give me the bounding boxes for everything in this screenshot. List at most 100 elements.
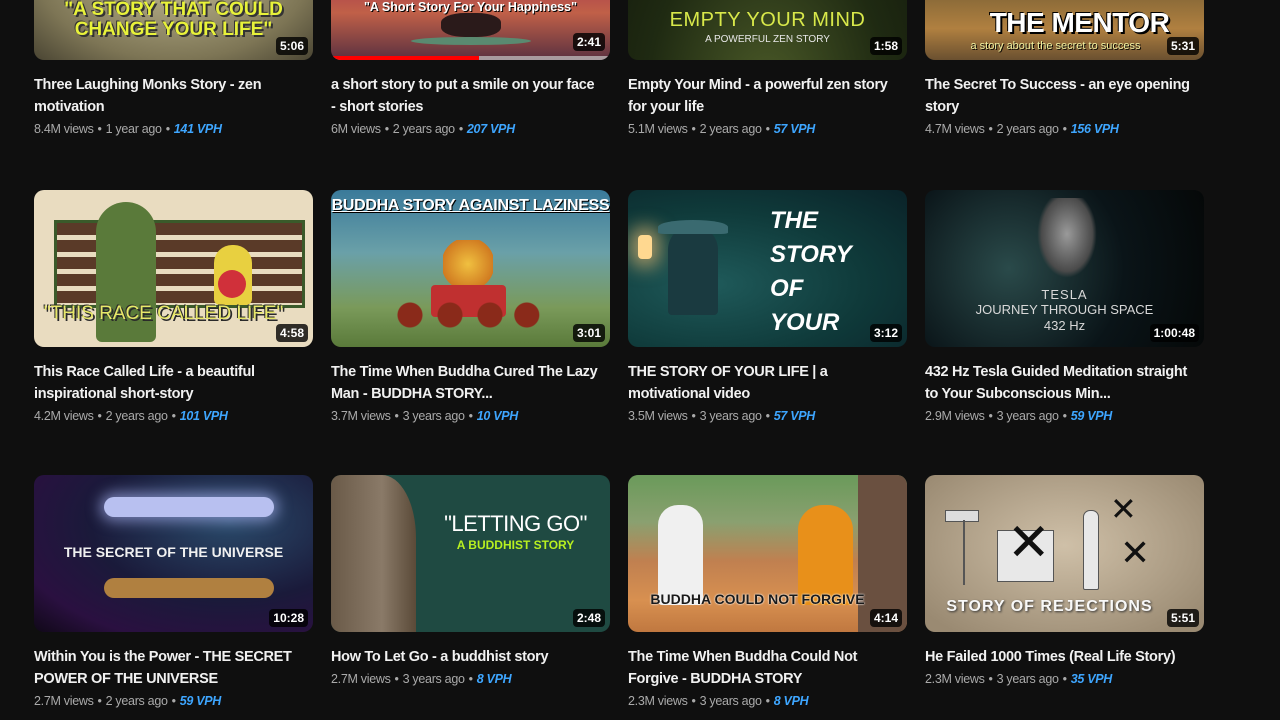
vph-badge: 35 VPH [1070,672,1113,686]
video-thumbnail[interactable]: "LETTING GO" A BUDDHIST STORY 2:48 [331,475,610,632]
separator: • [171,409,176,423]
video-card[interactable]: ✕ ✕ ✕ STORY OF REJECTIONS 5:51 He Failed… [925,475,1204,686]
view-count: 8.4M views [34,122,94,136]
duration-badge: 5:51 [1166,609,1199,627]
vph-badge: 141 VPH [173,122,222,136]
video-meta: 4.2M views • 2 years ago • 101 VPH [34,409,313,423]
separator: • [1062,409,1067,423]
video-meta: 4.7M views • 2 years ago • 156 VPH [925,122,1204,136]
upload-age: 3 years ago [402,409,465,423]
video-title[interactable]: This Race Called Life - a beautiful insp… [34,361,313,405]
upload-age: 2 years ago [996,122,1059,136]
separator: • [691,409,696,423]
thumbnail-overlay-text: "THIS RACE CALLED LIFE" [43,303,284,324]
thumbnail-overlay-text: BUDDHA STORY AGAINST LAZINESS [331,197,610,214]
vph-badge: 10 VPH [476,409,519,423]
duration-badge: 3:01 [572,324,605,342]
thumbnail-overlay-text: "LETTING GO" [444,511,587,536]
vph-badge: 101 VPH [179,409,228,423]
video-title[interactable]: He Failed 1000 Times (Real Life Story) [925,646,1204,668]
video-card[interactable]: "A STORY THAT COULD CHANGE YOUR LIFE" 5:… [34,0,313,136]
video-thumbnail[interactable]: "A STORY THAT COULD CHANGE YOUR LIFE" 5:… [34,0,313,60]
video-title[interactable]: THE STORY OF YOUR LIFE | a motivational … [628,361,907,405]
thumbnail-bench [54,220,305,308]
thumbnail-overlay-text: THE STORY OF YOUR LIFE [770,207,852,347]
separator: • [394,672,399,686]
separator: • [765,409,770,423]
video-card[interactable]: THE STORY OF YOUR LIFE 3:12 THE STORY OF… [628,190,907,423]
separator: • [468,409,473,423]
thumbnail-overlay-subtext: JOURNEY THROUGH SPACE 432 Hz [975,302,1154,333]
video-thumbnail[interactable]: ✕ ✕ ✕ STORY OF REJECTIONS 5:51 [925,475,1204,632]
separator: • [97,694,102,708]
video-thumbnail[interactable]: EMPTY YOUR MIND A POWERFUL ZEN STORY 1:5… [628,0,907,60]
thumbnail-body-figure [104,578,274,598]
separator: • [468,672,473,686]
video-thumbnail[interactable]: "THIS RACE CALLED LIFE" 4:58 [34,190,313,347]
video-meta: 3.5M views • 3 years ago • 57 VPH [628,409,907,423]
thumbnail-overlay-text: EMPTY YOUR MIND [669,9,866,31]
video-title[interactable]: Within You is the Power - THE SECRET POW… [34,646,313,690]
separator: • [1062,122,1067,136]
vph-badge: 8 VPH [476,672,512,686]
video-title[interactable]: Empty Your Mind - a powerful zen story f… [628,74,907,118]
video-thumbnail[interactable]: THE SECRET OF THE UNIVERSE 10:28 [34,475,313,632]
upload-age: 2 years ago [699,122,762,136]
separator: • [765,122,770,136]
video-title[interactable]: The Time When Buddha Cured The Lazy Man … [331,361,610,405]
thumbnail-hat [658,220,728,234]
video-thumbnail[interactable]: BUDDHA COULD NOT FORGIVE 4:14 [628,475,907,632]
thumbnail-overlay-text: THE MENTOR [989,7,1170,38]
upload-age: 2 years ago [392,122,455,136]
video-card[interactable]: BUDDHA STORY AGAINST LAZINESS 3:01 The T… [331,190,610,423]
video-card[interactable]: "LETTING GO" A BUDDHIST STORY 2:48 How T… [331,475,610,686]
upload-age: 3 years ago [996,409,1059,423]
video-title[interactable]: The Time When Buddha Could Not Forgive -… [628,646,907,690]
thumbnail-person [1083,510,1099,590]
video-card[interactable]: TESLA JOURNEY THROUGH SPACE 432 Hz 1:00:… [925,190,1204,423]
video-meta: 8.4M views • 1 year ago • 141 VPH [34,122,313,136]
thumbnail-buddha-figure [798,505,853,605]
thumbnail-overlay-text: STORY OF REJECTIONS [946,598,1153,615]
thumbnail-lantern [638,235,652,259]
duration-badge: 2:41 [572,33,605,51]
video-meta: 2.7M views • 2 years ago • 59 VPH [34,694,313,708]
thumbnail-overlay-text: BUDDHA COULD NOT FORGIVE [650,591,865,607]
view-count: 3.5M views [628,409,688,423]
upload-age: 2 years ago [105,409,168,423]
video-card[interactable]: "A Short Story For Your Happiness" 2:41 … [331,0,610,136]
video-title[interactable]: The Secret To Success - an eye opening s… [925,74,1204,118]
view-count: 2.3M views [925,672,985,686]
duration-badge: 1:58 [869,37,902,55]
duration-badge: 10:28 [269,609,308,627]
video-card[interactable]: "THIS RACE CALLED LIFE" 4:58 This Race C… [34,190,313,423]
video-card[interactable]: EMPTY YOUR MIND A POWERFUL ZEN STORY 1:5… [628,0,907,136]
video-meta: 5.1M views • 2 years ago • 57 VPH [628,122,907,136]
video-card[interactable]: THE SECRET OF THE UNIVERSE 10:28 Within … [34,475,313,708]
separator: • [1062,672,1067,686]
video-thumbnail[interactable]: "A Short Story For Your Happiness" 2:41 [331,0,610,60]
video-meta: 2.3M views • 3 years ago • 35 VPH [925,672,1204,686]
video-thumbnail[interactable]: THE MENTOR a story about the secret to s… [925,0,1204,60]
view-count: 4.7M views [925,122,985,136]
video-title[interactable]: a short story to put a smile on your fac… [331,74,610,118]
duration-badge: 4:14 [869,609,902,627]
video-card[interactable]: THE MENTOR a story about the secret to s… [925,0,1204,136]
watch-progress-bar [331,56,610,60]
video-thumbnail[interactable]: TESLA JOURNEY THROUGH SPACE 432 Hz 1:00:… [925,190,1204,347]
view-count: 2.7M views [331,672,391,686]
video-title[interactable]: Three Laughing Monks Story - zen motivat… [34,74,313,118]
thumbnail-man-figure [658,505,703,605]
video-card[interactable]: BUDDHA COULD NOT FORGIVE 4:14 The Time W… [628,475,907,708]
video-thumbnail[interactable]: BUDDHA STORY AGAINST LAZINESS 3:01 [331,190,610,347]
video-title[interactable]: 432 Hz Tesla Guided Meditation straight … [925,361,1204,405]
video-thumbnail[interactable]: THE STORY OF YOUR LIFE 3:12 [628,190,907,347]
separator: • [988,672,993,686]
rejected-x-icon: ✕ [1110,491,1137,527]
separator: • [165,122,170,136]
video-title[interactable]: How To Let Go - a buddhist story [331,646,610,668]
video-meta: 2.9M views • 3 years ago • 59 VPH [925,409,1204,423]
duration-badge: 3:12 [869,324,902,342]
thumbnail-signpost-pole [963,520,965,585]
separator: • [458,122,463,136]
